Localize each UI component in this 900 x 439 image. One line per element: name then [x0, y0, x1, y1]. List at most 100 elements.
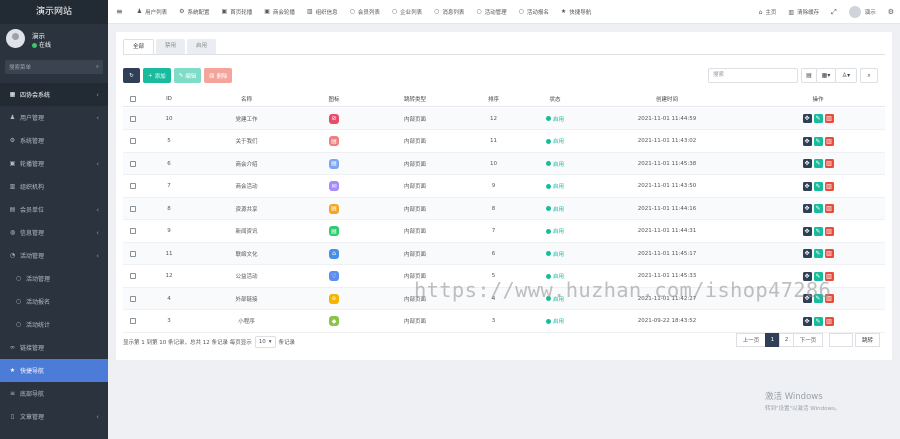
sidebar-item-0[interactable]: ▦ 四协会系统 ‹ [0, 83, 108, 106]
status-badge[interactable]: 启用 [527, 227, 583, 235]
page-1-button[interactable]: 1 [765, 333, 780, 347]
top-tab-1[interactable]: ⚙ 系统配置 [173, 0, 215, 24]
jump-button[interactable]: 跳转 [855, 333, 881, 347]
sidebar-item-14[interactable]: ▯ 文章管理 ‹ [0, 405, 108, 428]
top-tab-6[interactable]: ○ 企业列表 [386, 0, 428, 24]
sidebar-item-11[interactable]: ∞ 链接管理 [0, 336, 108, 359]
row-checkbox[interactable] [123, 183, 143, 189]
refresh-button[interactable]: ↻ [123, 68, 140, 83]
prev-page-button[interactable]: 上一页 [736, 333, 766, 347]
edit-button[interactable]: ✎ 编辑 [173, 68, 202, 83]
top-tab-3[interactable]: ▣ 商会轮播 [258, 0, 301, 24]
top-tab-0[interactable]: ♟ 用户列表 [131, 0, 173, 24]
search-icon[interactable]: ⌕ [96, 64, 99, 71]
jump-page-input[interactable] [829, 333, 853, 347]
drag-handle-icon[interactable]: ✥ [802, 136, 812, 146]
advanced-search-icon[interactable]: ⌕ [860, 68, 878, 83]
edit-icon[interactable]: ✎ [813, 181, 823, 191]
edit-icon[interactable]: ✎ [813, 204, 823, 213]
table-row[interactable]: 7 商会活动 ✉ 内部页面 9 启用 2021-11-01 11:43:50 ✥ ✎ ▥ [123, 176, 885, 198]
sidebar-item-7[interactable]: ◔ 活动管理 ‹ [0, 244, 108, 267]
table-row[interactable]: 10 党建工作 ⊘ 内部页面 12 启用 2021-11-01 11:44:59 ✥ ✎ ▥ [123, 108, 885, 130]
table-search-input[interactable]: 搜索 [708, 68, 798, 83]
page-2-button[interactable]: 2 [779, 333, 794, 347]
row-checkbox[interactable] [123, 295, 143, 302]
delete-icon[interactable]: ▥ [824, 204, 834, 213]
sidebar-item-6[interactable]: ◍ 信息管理 ‹ [0, 221, 108, 244]
next-page-button[interactable]: 下一页 [793, 333, 823, 347]
row-checkbox[interactable] [123, 250, 143, 257]
row-checkbox[interactable] [123, 205, 143, 212]
edit-icon[interactable]: ✎ [813, 249, 823, 258]
sidebar-item-4[interactable]: ▥ 组织机构 [0, 175, 108, 198]
table-row[interactable]: 11 联络文化 ⌂ 内部页面 6 启用 2021-11-01 11:45:17 ✥ ✎ ▥ [123, 243, 885, 265]
home-button[interactable]: ⌂ 主页 [753, 0, 783, 24]
col-id[interactable]: ID [143, 96, 195, 102]
row-checkbox[interactable] [123, 138, 143, 144]
delete-icon[interactable]: ▥ [824, 181, 834, 191]
columns-dropdown-icon[interactable]: ▦▾ [816, 68, 836, 83]
col-icon[interactable]: 图标 [298, 95, 370, 103]
app-title[interactable]: 演示网站 [0, 0, 108, 24]
col-status[interactable]: 状态 [527, 95, 583, 103]
status-badge[interactable]: 启用 [527, 115, 583, 123]
status-badge[interactable]: 启用 [527, 137, 583, 145]
table-row[interactable]: 6 商会介绍 ▤ 内部页面 10 启用 2021-11-01 11:45:38 ✥ ✎ ▥ [123, 153, 885, 175]
col-order[interactable]: 排序 [460, 95, 527, 103]
fullscreen-icon[interactable]: ⤢ [825, 0, 843, 24]
status-badge[interactable]: 启用 [527, 182, 583, 190]
menu-toggle-icon[interactable]: ≡ [108, 0, 131, 24]
tab-enabled[interactable]: 启用 [187, 39, 217, 54]
page-size-select[interactable]: 10 ▾ [254, 336, 276, 348]
row-checkbox[interactable] [123, 318, 143, 324]
delete-icon[interactable]: ▥ [824, 136, 834, 146]
sidebar-item-3[interactable]: ▣ 轮播管理 ‹ [0, 152, 108, 175]
sidebar-item-12[interactable]: ★ 快捷导航 [0, 359, 108, 382]
drag-handle-icon[interactable]: ✥ [802, 249, 812, 258]
sidebar-item-10[interactable]: ○ 活动统计 [0, 313, 108, 336]
sidebar-item-1[interactable]: ♟ 用户管理 ‹ [0, 106, 108, 129]
status-badge[interactable]: 启用 [527, 317, 583, 325]
export-dropdown-icon[interactable]: ♙▾ [835, 68, 857, 83]
table-row[interactable]: 5 关于我们 ▤ 内部页面 11 启用 2021-11-01 11:43:02 ✥ ✎ ▥ [123, 131, 885, 153]
delete-icon[interactable]: ▥ [824, 114, 834, 123]
sidebar-item-8[interactable]: ○ 活动管理 [0, 267, 108, 290]
table-row[interactable]: 9 新闻资讯 ▤ 内部页面 7 启用 2021-11-01 11:44:31 ✥ ✎ ▥ [123, 221, 885, 243]
sidebar-item-2[interactable]: ⚙ 系统管理 [0, 129, 108, 152]
top-tab-2[interactable]: ▣ 首页轮播 [216, 0, 259, 24]
drag-handle-icon[interactable]: ✥ [802, 226, 812, 236]
row-checkbox[interactable] [123, 115, 143, 122]
select-all-checkbox[interactable] [123, 95, 143, 102]
top-tab-10[interactable]: ★ 快捷导航 [555, 0, 597, 24]
sidebar-item-9[interactable]: ○ 活动报名 [0, 290, 108, 313]
edit-icon[interactable]: ✎ [813, 114, 823, 123]
table-row[interactable]: 3 小程序 ◆ 内部页面 3 启用 2021-09-22 18:43:52 ✥ ✎ ▥ [123, 311, 885, 333]
drag-handle-icon[interactable]: ✥ [802, 159, 812, 168]
delete-icon[interactable]: ▥ [824, 159, 834, 168]
edit-icon[interactable]: ✎ [813, 159, 823, 168]
col-name[interactable]: 名称 [195, 95, 298, 103]
table-row[interactable]: 8 资源共享 ▤ 内部页面 8 启用 2021-11-01 11:44:16 ✥ ✎ ▥ [123, 198, 885, 220]
top-tab-7[interactable]: ○ 消息列表 [428, 0, 470, 24]
top-tab-5[interactable]: ○ 会员列表 [344, 0, 386, 24]
clear-cache-button[interactable]: ▥ 清除缓存 [782, 0, 825, 24]
edit-icon[interactable]: ✎ [813, 226, 823, 236]
row-checkbox[interactable] [123, 228, 143, 234]
edit-icon[interactable]: ✎ [813, 316, 823, 326]
col-type[interactable]: 跳转类型 [370, 95, 460, 103]
top-tab-4[interactable]: ▥ 组织信息 [301, 0, 344, 24]
row-checkbox[interactable] [123, 160, 143, 167]
status-badge[interactable]: 启用 [527, 205, 583, 213]
drag-handle-icon[interactable]: ✥ [802, 316, 812, 326]
sidebar-item-5[interactable]: ▤ 会员单位 ‹ [0, 198, 108, 221]
toggle-view-icon[interactable]: ▤ [801, 68, 817, 83]
user-menu[interactable]: 演示 [843, 0, 882, 24]
tab-disabled[interactable]: 禁用 [156, 39, 186, 54]
settings-icon[interactable]: ⚙ [882, 0, 900, 24]
col-time[interactable]: 创建时间 [583, 95, 751, 103]
status-badge[interactable]: 启用 [527, 250, 583, 258]
menu-search-input[interactable]: 搜索菜单 ⌕ [5, 60, 103, 74]
row-checkbox[interactable] [123, 273, 143, 279]
drag-handle-icon[interactable]: ✥ [802, 181, 812, 191]
sidebar-item-13[interactable]: ≡ 底部导航 [0, 382, 108, 405]
